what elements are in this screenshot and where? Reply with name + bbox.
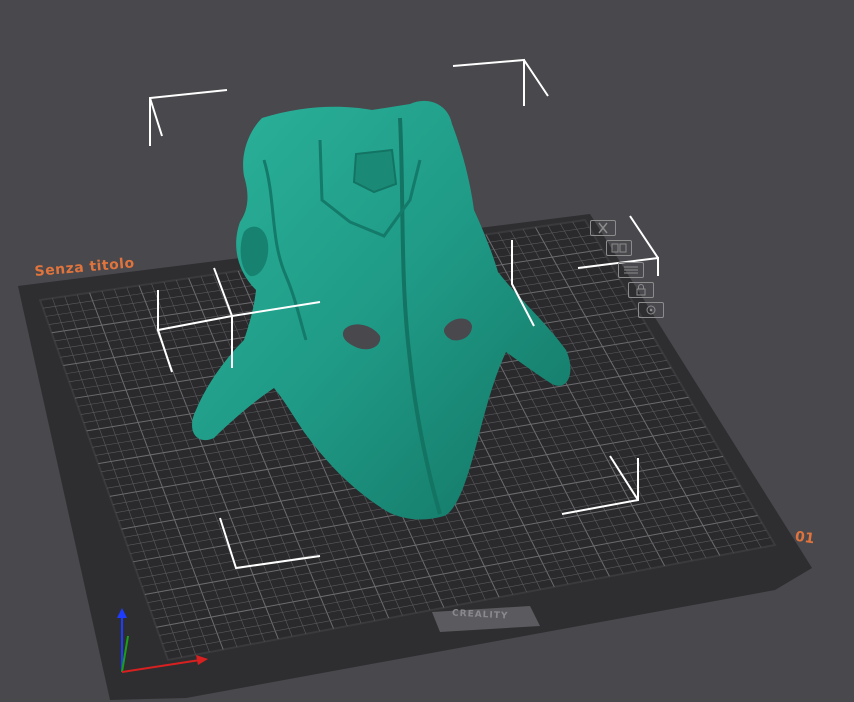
selection-corner-top-right-depth: [523, 59, 549, 97]
selection-corner-top-right: [452, 58, 525, 106]
3d-viewport[interactable]: [0, 0, 854, 702]
plate-settings-button[interactable]: [618, 262, 644, 278]
arrange-plate-button[interactable]: [606, 240, 632, 256]
close-icon: [598, 222, 608, 234]
plate-toolbar: [588, 220, 678, 320]
plate-number-label: 01: [793, 528, 816, 548]
remove-plate-button[interactable]: [590, 220, 616, 236]
arrange-icon: [611, 243, 627, 253]
orient-plate-button[interactable]: [638, 302, 664, 318]
lock-icon: [636, 284, 646, 296]
settings-icon: [624, 266, 638, 274]
lock-plate-button[interactable]: [628, 282, 654, 298]
selection-corner-top-left: [149, 89, 228, 146]
selection-corner-top-left-depth: [149, 97, 163, 137]
orient-icon: [646, 305, 656, 315]
mask-emblem: [352, 148, 398, 194]
